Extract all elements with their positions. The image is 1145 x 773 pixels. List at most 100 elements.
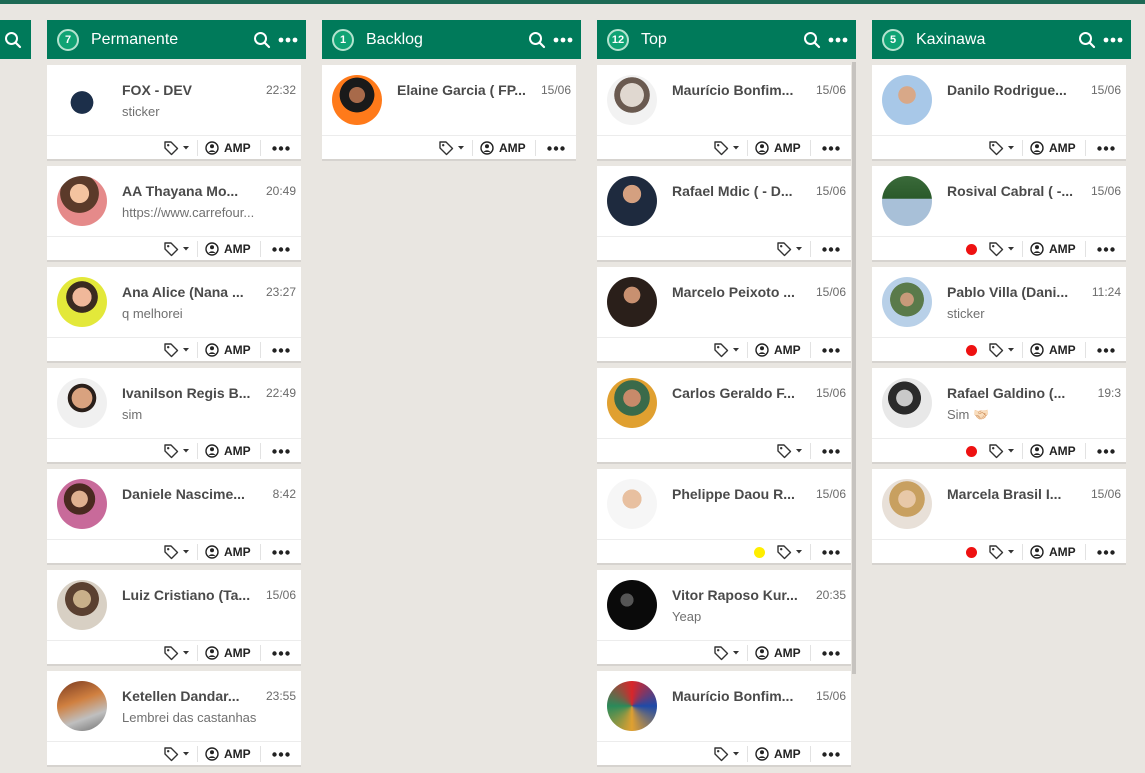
assignee-button[interactable]: AMP <box>205 644 251 662</box>
assignee-button[interactable]: AMP <box>755 139 801 157</box>
user-circle-icon <box>205 747 219 761</box>
assignee-button[interactable]: AMP <box>205 745 251 763</box>
contact-card[interactable]: Ivanilson Regis B... 22:49 sim AMP <box>47 368 301 464</box>
search-icon[interactable] <box>1075 28 1099 52</box>
more-horizontal-icon[interactable] <box>1101 28 1125 52</box>
tag-dropdown[interactable] <box>713 139 743 157</box>
more-horizontal-icon[interactable] <box>544 139 568 157</box>
more-horizontal-icon[interactable] <box>819 341 843 359</box>
tag-dropdown[interactable] <box>988 442 1018 460</box>
contact-card[interactable]: Elaine Garcia ( FP... 15/06 AMP <box>322 65 576 161</box>
tag-dropdown[interactable] <box>438 139 468 157</box>
contact-card[interactable]: Rosival Cabral ( -... 15/06 AMP <box>872 166 1126 262</box>
search-icon[interactable] <box>1 28 25 52</box>
contact-card[interactable]: Ana Alice (Nana ... 23:27 q melhorei AMP <box>47 267 301 363</box>
contact-card[interactable]: Maurício Bonfim... 15/06 AMP <box>597 671 851 767</box>
contact-card[interactable]: Daniele Nascime... 8:42 AMP <box>47 469 301 565</box>
more-horizontal-icon[interactable] <box>551 28 575 52</box>
avatar <box>57 580 107 630</box>
assignee-button[interactable]: AMP <box>480 139 526 157</box>
more-horizontal-icon[interactable] <box>819 240 843 258</box>
contact-card[interactable]: Marcelo Peixoto ... 15/06 AMP <box>597 267 851 363</box>
more-horizontal-icon[interactable] <box>1094 240 1118 258</box>
tag-dropdown[interactable] <box>163 139 193 157</box>
more-horizontal-icon[interactable] <box>269 341 293 359</box>
last-message-time: 15/06 <box>815 285 846 299</box>
tag-dropdown[interactable] <box>988 341 1018 359</box>
tag-dropdown[interactable] <box>988 139 1018 157</box>
contact-card[interactable]: Maurício Bonfim... 15/06 AMP <box>597 65 851 161</box>
contact-card[interactable]: Vitor Raposo Kur... 20:35 Yeap AMP <box>597 570 851 666</box>
tag-dropdown[interactable] <box>713 745 743 763</box>
contact-card[interactable]: Marcela Brasil I... 15/06 AMP <box>872 469 1126 565</box>
assignee-button[interactable]: AMP <box>205 240 251 258</box>
contact-card[interactable]: Danilo Rodrigue... 15/06 AMP <box>872 65 1126 161</box>
last-message-time: 11:24 <box>1091 285 1121 299</box>
assignee-button[interactable]: AMP <box>205 442 251 460</box>
contact-card[interactable]: Rafael Mdic ( - D... 15/06 AMP <box>597 166 851 262</box>
tag-dropdown[interactable] <box>776 442 806 460</box>
assignee-label: AMP <box>1049 444 1076 458</box>
tag-dropdown[interactable] <box>713 341 743 359</box>
more-horizontal-icon[interactable] <box>269 139 293 157</box>
tag-dropdown[interactable] <box>776 543 806 561</box>
assignee-button[interactable]: AMP <box>755 745 801 763</box>
more-horizontal-icon[interactable] <box>826 28 850 52</box>
more-horizontal-icon[interactable] <box>1094 139 1118 157</box>
assignee-button[interactable]: AMP <box>205 139 251 157</box>
tag-dropdown[interactable] <box>988 543 1018 561</box>
search-icon[interactable] <box>250 28 274 52</box>
more-horizontal-icon[interactable] <box>269 240 293 258</box>
more-horizontal-icon[interactable] <box>269 745 293 763</box>
more-horizontal-icon[interactable] <box>819 543 843 561</box>
contact-card[interactable]: FOX - DEV 22:32 sticker AMP <box>47 65 301 161</box>
assignee-button[interactable]: AMP <box>205 543 251 561</box>
more-horizontal-icon[interactable] <box>819 139 843 157</box>
more-horizontal-icon[interactable] <box>1094 543 1118 561</box>
scrollbar-top-column[interactable] <box>852 62 856 674</box>
tag-dropdown[interactable] <box>163 644 193 662</box>
more-horizontal-icon[interactable] <box>269 644 293 662</box>
assignee-button[interactable]: AMP <box>755 341 801 359</box>
more-horizontal-icon[interactable] <box>819 644 843 662</box>
search-icon[interactable] <box>800 28 824 52</box>
tag-dropdown[interactable] <box>163 543 193 561</box>
more-horizontal-icon[interactable] <box>1094 341 1118 359</box>
contact-card[interactable]: AA Thayana Mo... 20:49 https://www.carre… <box>47 166 301 262</box>
tag-dropdown[interactable] <box>163 240 193 258</box>
more-horizontal-icon[interactable] <box>276 28 300 52</box>
contact-card[interactable]: Ketellen Dandar... 23:55 Lembrei das cas… <box>47 671 301 767</box>
search-icon[interactable] <box>525 28 549 52</box>
more-horizontal-icon[interactable] <box>269 543 293 561</box>
tag-dropdown[interactable] <box>163 745 193 763</box>
contact-card[interactable]: Luiz Cristiano (Ta... 15/06 AMP <box>47 570 301 666</box>
more-horizontal-icon[interactable] <box>819 442 843 460</box>
contact-card[interactable]: Pablo Villa (Dani... 11:24 sticker AMP <box>872 267 1126 363</box>
assignee-button[interactable]: AMP <box>1030 442 1076 460</box>
contact-card[interactable]: Phelippe Daou R... 15/06 AMP <box>597 469 851 565</box>
assignee-label: AMP <box>224 242 251 256</box>
tag-dropdown[interactable] <box>713 644 743 662</box>
contact-name: Maurício Bonfim... <box>672 688 794 704</box>
more-horizontal-icon[interactable] <box>1094 442 1118 460</box>
contact-name: AA Thayana Mo... <box>122 183 239 199</box>
contact-name: Rafael Galdino (... <box>947 385 1066 401</box>
more-horizontal-icon[interactable] <box>819 745 843 763</box>
assignee-button[interactable]: AMP <box>1030 240 1076 258</box>
divider <box>260 544 261 560</box>
tag-dropdown[interactable] <box>776 240 806 258</box>
tag-dropdown[interactable] <box>163 442 193 460</box>
contact-card[interactable]: Rafael Galdino (... 19:3 Sim 🤝🏻 AMP <box>872 368 1126 464</box>
contact-card[interactable]: Carlos Geraldo F... 15/06 AMP <box>597 368 851 464</box>
assignee-button[interactable]: AMP <box>1030 341 1076 359</box>
divider <box>197 342 198 358</box>
tag-dropdown[interactable] <box>163 341 193 359</box>
tag-dropdown[interactable] <box>988 240 1018 258</box>
more-horizontal-icon[interactable] <box>269 442 293 460</box>
assignee-label: AMP <box>774 646 801 660</box>
assignee-button[interactable]: AMP <box>755 644 801 662</box>
card-footer: AMP <box>597 539 851 563</box>
assignee-button[interactable]: AMP <box>1030 543 1076 561</box>
assignee-button[interactable]: AMP <box>205 341 251 359</box>
assignee-button[interactable]: AMP <box>1030 139 1076 157</box>
